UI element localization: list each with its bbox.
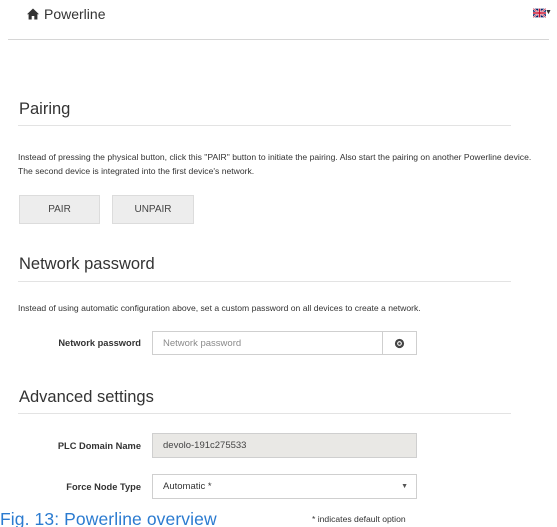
pair-button[interactable]: PAIR: [19, 195, 100, 224]
force-node-type-label: Force Node Type: [66, 482, 141, 492]
network-password-input[interactable]: [153, 332, 382, 354]
eye-icon: [394, 338, 405, 348]
language-caret-icon[interactable]: ▼: [545, 9, 552, 16]
pairing-divider: [18, 125, 511, 126]
home-icon[interactable]: [26, 7, 40, 21]
pairing-description: Instead of pressing the physical button,…: [18, 152, 532, 176]
page-title: Powerline: [44, 6, 106, 22]
default-option-note: * indicates default option: [312, 514, 406, 524]
network-password-field: [152, 331, 417, 355]
plc-domain-field: devolo-191c275533: [152, 433, 417, 458]
advanced-settings-divider: [18, 413, 511, 414]
figure-caption: Fig. 13: Powerline overview: [0, 509, 217, 527]
advanced-settings-title: Advanced settings: [19, 388, 154, 406]
network-password-title: Network password: [19, 255, 155, 273]
header-divider: [8, 39, 549, 40]
network-password-label: Network password: [58, 338, 141, 348]
plc-domain-label: PLC Domain Name: [57, 441, 141, 451]
force-node-type-select[interactable]: Automatic * ▼: [152, 474, 417, 499]
unpair-button[interactable]: UNPAIR: [112, 195, 194, 224]
network-password-description: Instead of using automatic configuration…: [18, 303, 421, 313]
chevron-down-icon: ▼: [401, 483, 408, 490]
network-password-divider: [18, 281, 511, 282]
force-node-type-value: Automatic *: [163, 481, 212, 492]
pairing-title: Pairing: [19, 100, 71, 118]
show-password-button[interactable]: [382, 332, 416, 354]
